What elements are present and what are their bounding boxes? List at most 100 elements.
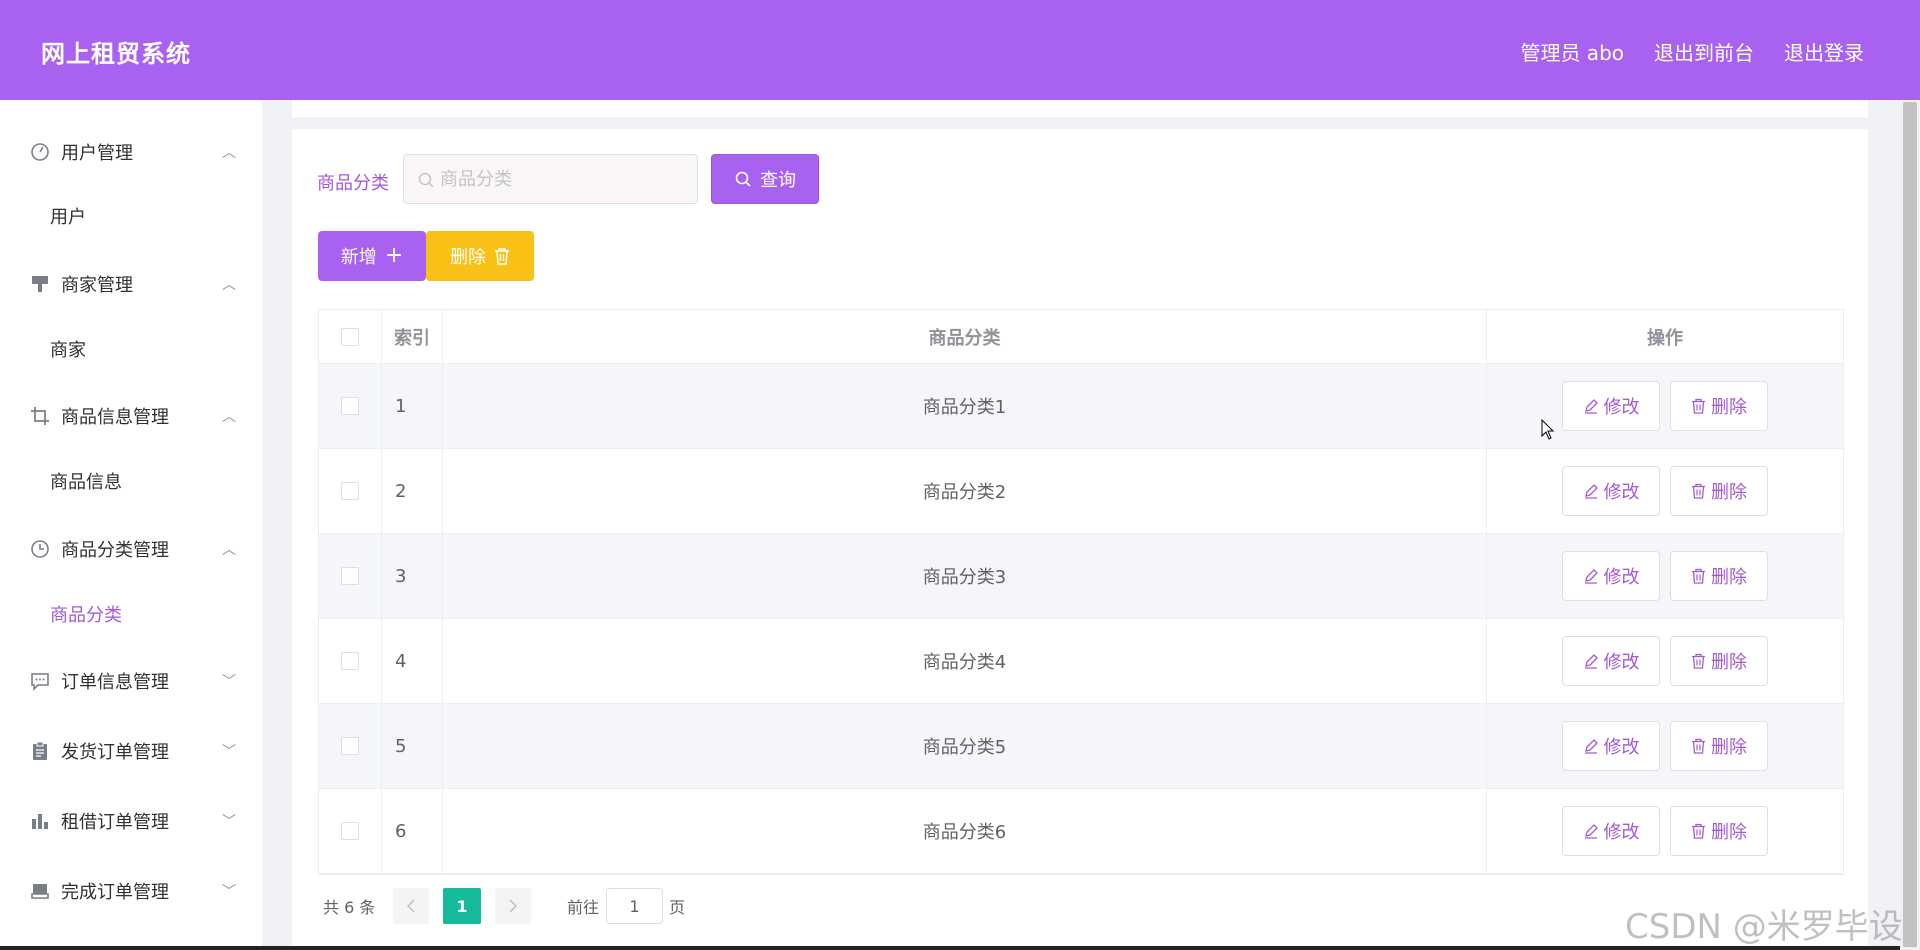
row-checkbox[interactable] — [341, 652, 359, 670]
row-category-name: 商品分类6 — [443, 789, 1487, 873]
row-checkbox-cell — [319, 789, 382, 873]
breadcrumb-panel — [292, 100, 1868, 117]
edit-button[interactable]: 修改 — [1562, 381, 1660, 431]
sidebar-group-goods-category-management[interactable]: 商品分类管理 ︿ — [0, 529, 262, 569]
row-index: 3 — [382, 534, 443, 618]
row-checkbox[interactable] — [341, 567, 359, 585]
scrollbar-thumb[interactable] — [1903, 102, 1917, 947]
edit-button[interactable]: 修改 — [1562, 466, 1660, 516]
row-checkbox[interactable] — [341, 482, 359, 500]
sidebar-group-goods-info-management[interactable]: 商品信息管理 ︿ — [0, 396, 262, 436]
row-category-name: 商品分类2 — [443, 449, 1487, 533]
delete-button[interactable]: 删除 — [1670, 806, 1768, 856]
row-ops: 修改 删除 — [1487, 449, 1843, 533]
query-button[interactable]: 查询 — [711, 154, 819, 204]
chevron-up-icon: ︿ — [222, 277, 236, 293]
prev-page-button[interactable] — [393, 888, 429, 924]
edit-icon — [1584, 824, 1598, 839]
edit-button[interactable]: 修改 — [1562, 551, 1660, 601]
sidebar-group-label: 订单信息管理 — [61, 672, 169, 693]
edit-button[interactable]: 修改 — [1562, 806, 1660, 856]
logout-link[interactable]: 退出登录 — [1784, 37, 1864, 66]
edit-button[interactable]: 修改 — [1562, 721, 1660, 771]
edit-button-label: 修改 — [1603, 737, 1640, 758]
sidebar-group-order-info-management[interactable]: 订单信息管理 ﹀ — [0, 661, 262, 701]
chevron-down-icon: ﹀ — [222, 884, 236, 900]
table-row: 4 商品分类4 修改 删除 — [319, 619, 1843, 704]
edit-button-label: 修改 — [1603, 482, 1640, 503]
sidebar-group-completed-order-management[interactable]: 完成订单管理 ﹀ — [0, 871, 262, 911]
mouse-cursor-icon — [1541, 419, 1555, 440]
sidebar-item-user[interactable]: 用户 — [0, 196, 262, 236]
category-table: 索引 商品分类 操作 1 商品分类1 修改 删除 2 商品分类2 修改 删除 3 商品分类3 修改删… — [318, 309, 1844, 875]
trash-icon — [495, 248, 509, 265]
delete-button[interactable]: 删除 — [1670, 551, 1768, 601]
table-row: 1 商品分类1 修改 删除 — [319, 364, 1843, 449]
delete-button-label: 删除 — [450, 247, 486, 268]
edit-icon — [1584, 739, 1598, 754]
row-checkbox[interactable] — [341, 397, 359, 415]
sidebar-group-label: 商家管理 — [61, 275, 133, 296]
delete-button[interactable]: 删除 — [1670, 381, 1768, 431]
trash-icon — [1692, 568, 1705, 584]
delete-button[interactable]: 删除 — [1670, 466, 1768, 516]
table-row: 5 商品分类5 修改 删除 — [319, 704, 1843, 789]
sidebar-group-label: 商品信息管理 — [61, 407, 169, 428]
edit-button[interactable]: 修改 — [1562, 636, 1660, 686]
trash-icon — [1692, 738, 1705, 754]
sidebar-group-rental-order-management[interactable]: 租借订单管理 ﹀ — [0, 801, 262, 841]
delete-button[interactable]: 删除 — [1670, 721, 1768, 771]
plus-icon: + — [384, 243, 404, 268]
row-ops: 修改 删除 — [1487, 704, 1843, 788]
box-icon — [30, 881, 50, 901]
header-index: 索引 — [382, 310, 443, 363]
goto-page-input[interactable] — [606, 888, 663, 924]
edit-button-label: 修改 — [1603, 567, 1640, 588]
clipboard-icon — [30, 741, 50, 761]
add-button[interactable]: 新增 + — [318, 231, 426, 281]
row-checkbox[interactable] — [341, 737, 359, 755]
edit-icon — [1584, 484, 1598, 499]
pagination-total: 共 6 条 — [323, 898, 376, 917]
back-to-front-link[interactable]: 退出到前台 — [1654, 37, 1754, 66]
category-search-box[interactable] — [403, 154, 698, 204]
row-category-name: 商品分类4 — [443, 619, 1487, 703]
row-checkbox[interactable] — [341, 822, 359, 840]
sidebar-group-label: 商品分类管理 — [61, 540, 169, 561]
delete-button[interactable]: 删除 — [1670, 636, 1768, 686]
table-body: 1 商品分类1 修改 删除 2 商品分类2 修改 删除 3 商品分类3 修改 删除 4 商品分类4 修改 删除… — [319, 364, 1843, 874]
trash-icon — [1692, 653, 1705, 669]
delete-button-label: 删除 — [1711, 822, 1747, 843]
add-button-label: 新增 — [340, 247, 377, 268]
admin-user-label[interactable]: 管理员 abo — [1520, 37, 1624, 66]
row-category-name: 商品分类3 — [443, 534, 1487, 618]
next-page-button[interactable] — [495, 888, 531, 924]
batch-delete-button[interactable]: 删除 — [426, 231, 534, 281]
sidebar-group-shipping-order-management[interactable]: 发货订单管理 ﹀ — [0, 731, 262, 771]
edit-icon — [1584, 399, 1598, 414]
sidebar-item-goods-category[interactable]: 商品分类 — [0, 594, 262, 634]
chevron-up-icon: ︿ — [222, 542, 236, 558]
edit-button-label: 修改 — [1603, 652, 1640, 673]
sidebar-item-goods-info[interactable]: 商品信息 — [0, 461, 262, 501]
chevron-down-icon: ﹀ — [222, 674, 236, 690]
bottom-border — [0, 946, 1900, 950]
page-number-button[interactable]: 1 — [443, 888, 481, 924]
app-title: 网上租贸系统 — [41, 40, 191, 68]
sidebar-group-merchant-management[interactable]: 商家管理 ︿ — [0, 264, 262, 304]
table-row: 3 商品分类3 修改 删除 — [319, 534, 1843, 619]
sidebar-group-user-management[interactable]: 用户管理 ︿ — [0, 132, 262, 172]
select-all-checkbox[interactable] — [341, 327, 359, 346]
query-button-label: 查询 — [760, 170, 796, 191]
delete-button-label: 删除 — [1711, 482, 1747, 503]
goto-label: 前往 — [567, 898, 600, 917]
top-links: 管理员 abo 退出到前台 退出登录 — [1520, 37, 1864, 66]
chevron-left-icon — [406, 899, 415, 913]
sidebar-item-merchant[interactable]: 商家 — [0, 329, 262, 369]
sidebar-group-label: 用户管理 — [61, 143, 133, 164]
search-icon — [417, 171, 435, 189]
sidebar-group-label: 发货订单管理 — [61, 742, 169, 763]
category-search-input[interactable] — [440, 155, 690, 203]
page-scrollbar[interactable] — [1900, 100, 1920, 950]
row-checkbox-cell — [319, 449, 382, 533]
